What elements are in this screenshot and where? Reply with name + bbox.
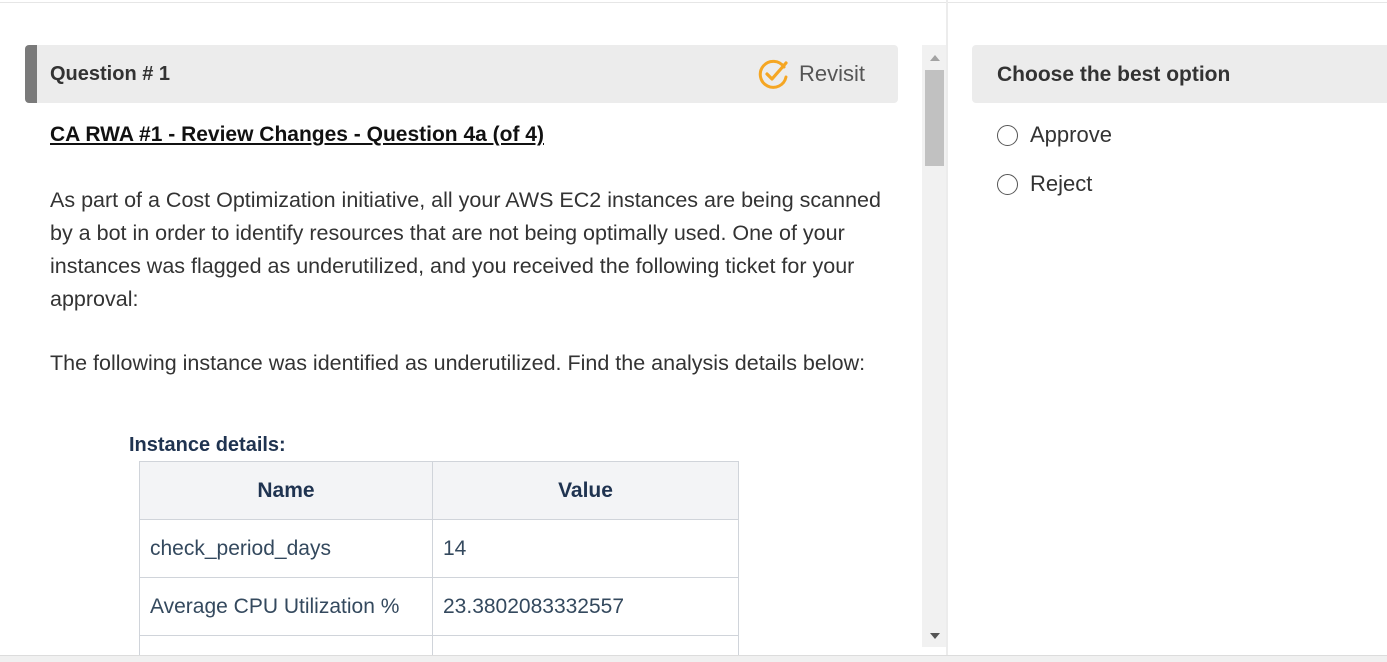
question-paragraph: The following instance was identified as… — [50, 351, 866, 375]
table-row: Average CPU Utilization % 23.38020833325… — [139, 577, 739, 636]
pencil-check-icon — [758, 59, 788, 89]
reject-radio[interactable] — [997, 173, 1018, 195]
table-cell-name: check_period_days — [139, 519, 433, 578]
revisit-button[interactable]: Revisit — [757, 57, 865, 91]
pane-divider — [946, 0, 948, 662]
column-header-name: Name — [139, 461, 433, 520]
question-title: Question # 1 — [50, 63, 171, 85]
table-row — [139, 635, 739, 655]
bottom-bar — [0, 655, 1387, 662]
column-header-value: Value — [432, 461, 739, 520]
table-cell-value: 23.3802083332557 — [432, 577, 739, 636]
option-approve[interactable]: Approve — [997, 122, 1112, 148]
question-paragraph: As part of a Cost Optimization initiativ… — [50, 188, 881, 311]
table-cell-value — [432, 635, 739, 655]
options-header: Choose the best option — [972, 45, 1387, 103]
scroll-up-icon[interactable] — [930, 55, 940, 61]
question-subtitle: CA RWA #1 - Review Changes - Question 4a… — [50, 123, 544, 146]
instance-details-heading: Instance details: — [129, 434, 286, 456]
option-label: Approve — [1030, 122, 1112, 147]
question-pane: Question # 1 Revisit CA RWA #1 - Review … — [0, 3, 922, 655]
table-row: check_period_days 14 — [139, 519, 739, 578]
table-header-row: Name Value — [139, 461, 739, 520]
question-scrollbar[interactable] — [922, 45, 947, 647]
scroll-thumb[interactable] — [925, 70, 944, 166]
approve-radio[interactable] — [997, 124, 1018, 146]
table-cell-value: 14 — [432, 519, 739, 578]
revisit-label: Revisit — [799, 61, 866, 86]
option-reject[interactable]: Reject — [997, 171, 1092, 197]
instance-details-table: Name Value check_period_days 14 Average … — [139, 461, 739, 655]
table-cell-name — [139, 635, 433, 655]
scroll-down-icon[interactable] — [930, 633, 940, 639]
question-header: Question # 1 Revisit — [25, 45, 898, 103]
options-title: Choose the best option — [997, 63, 1231, 86]
table-cell-name: Average CPU Utilization % — [139, 577, 433, 636]
option-label: Reject — [1030, 171, 1093, 196]
